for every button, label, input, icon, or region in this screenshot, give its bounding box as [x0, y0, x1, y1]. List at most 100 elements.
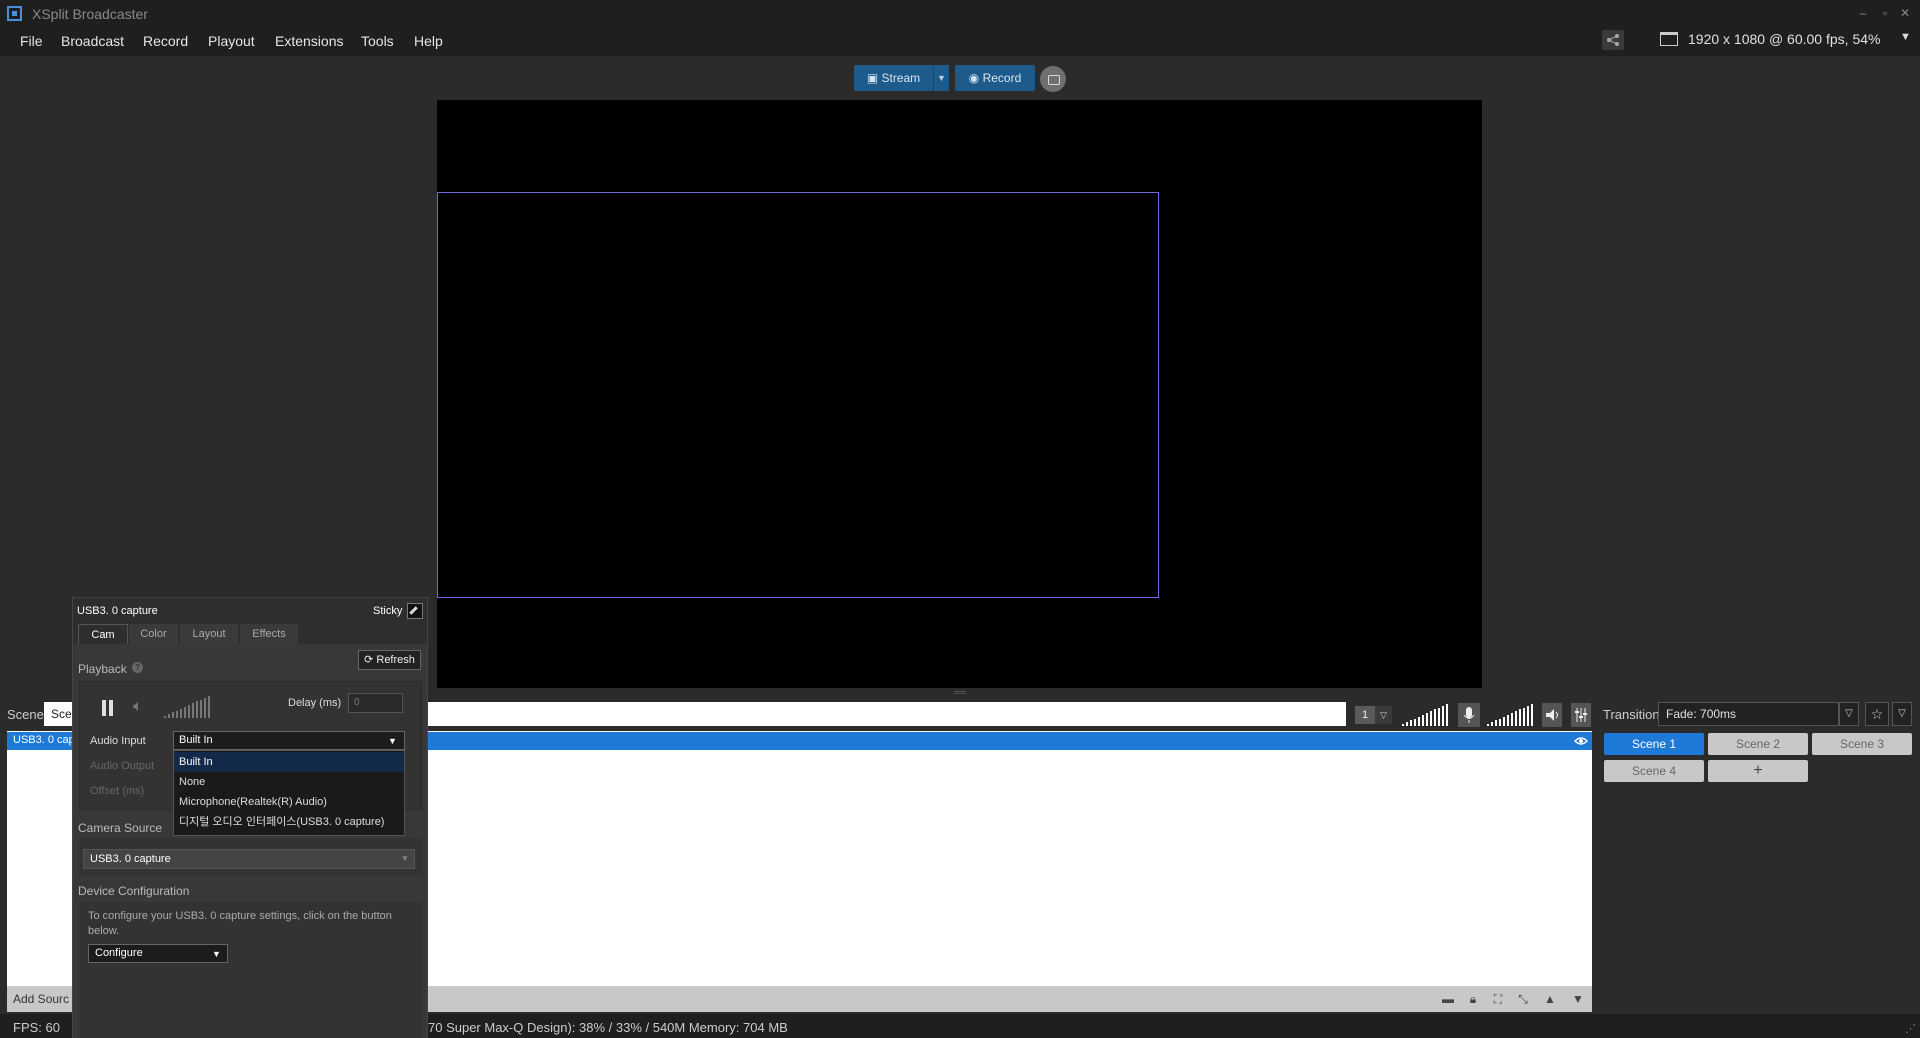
title-bar — [0, 0, 1920, 28]
scene-button-1[interactable]: Scene 1 — [1604, 733, 1704, 755]
meter-bar — [204, 698, 206, 718]
speaker-icon[interactable] — [1542, 703, 1562, 727]
meter-bar — [196, 701, 198, 718]
audio-mixer-icon[interactable] — [1571, 703, 1591, 727]
menu-playout[interactable]: Playout — [208, 33, 255, 49]
meter-bar — [1511, 713, 1513, 726]
audio-option-microphone[interactable]: Microphone(Realtek(R) Audio) — [174, 792, 404, 812]
menu-tools[interactable]: Tools — [361, 33, 394, 49]
maximize-icon[interactable]: ▫ — [1876, 4, 1894, 22]
resolution-text[interactable]: 1920 x 1080 @ 60.00 fps, 54% — [1688, 31, 1880, 47]
meter-bar — [1523, 708, 1525, 726]
pause-icon[interactable] — [101, 700, 115, 716]
stream-icon: ▣ — [866, 71, 882, 85]
record-icon: ◉ — [968, 71, 983, 85]
minimize-icon[interactable]: – — [1854, 4, 1872, 22]
source-row-label: USB3. 0 cap — [13, 734, 75, 746]
folder-icon[interactable]: ▬ — [1440, 991, 1456, 1007]
speaker-level-meter — [1487, 704, 1539, 726]
audio-option-built-in[interactable]: Built In — [174, 752, 404, 772]
meter-bar — [1434, 709, 1436, 726]
splitter-grip-icon[interactable] — [954, 691, 966, 694]
pin-icon[interactable] — [407, 603, 423, 619]
resolution-dropdown-icon[interactable]: ▼ — [1900, 31, 1911, 43]
tab-cam[interactable]: Cam — [78, 624, 128, 644]
meter-bar — [1503, 717, 1505, 726]
lock-icon[interactable]: 🔒︎ — [1465, 991, 1481, 1007]
menu-broadcast[interactable]: Broadcast — [61, 33, 124, 49]
camera-source-dropdown-icon[interactable]: ▼ — [401, 854, 409, 863]
mic-level-meter — [1402, 704, 1454, 726]
configure-button[interactable]: Configure — [88, 944, 228, 963]
close-icon[interactable]: ✕ — [1896, 4, 1914, 22]
preview-count-dropdown-icon[interactable]: ▽ — [1375, 706, 1392, 724]
meter-bar — [1527, 706, 1529, 726]
camera-source-select[interactable]: USB3. 0 capture — [83, 849, 415, 869]
favorite-star-icon[interactable]: ☆ — [1865, 702, 1889, 726]
shrink-icon[interactable]: ⤡ — [1515, 991, 1531, 1007]
add-scene-button[interactable]: + — [1708, 760, 1808, 782]
window-title: XSplit Broadcaster — [32, 6, 148, 22]
meter-bar — [1499, 719, 1501, 726]
favorite-dropdown-icon[interactable]: ▽ — [1892, 702, 1912, 726]
fit-screen-icon[interactable]: ⛶ — [1490, 991, 1506, 1007]
meter-bar — [1402, 724, 1404, 726]
camera-snapshot-icon[interactable] — [1040, 66, 1066, 92]
delay-input[interactable]: 0 — [348, 693, 403, 713]
sticky-label: Sticky — [373, 605, 403, 617]
tab-effects[interactable]: Effects — [240, 624, 298, 644]
scene-name-field[interactable] — [428, 702, 1346, 726]
meter-bar — [192, 703, 194, 718]
delay-label: Delay (ms) — [288, 697, 342, 709]
transition-select[interactable]: Fade: 700ms — [1658, 702, 1839, 726]
meter-bar — [1422, 715, 1424, 726]
add-source-button[interactable]: Add Sourc — [13, 992, 69, 1006]
tab-layout[interactable]: Layout — [180, 624, 238, 644]
scene-tab[interactable]: Sce — [44, 702, 74, 726]
stream-dropdown-icon[interactable]: ▼ — [933, 65, 949, 91]
refresh-label: Refresh — [376, 654, 415, 666]
record-button[interactable]: ◉ Record — [955, 65, 1035, 91]
meter-bar — [1487, 724, 1489, 726]
meter-bar — [180, 709, 182, 718]
device-config-label: Device Configuration — [78, 884, 190, 898]
volume-icon[interactable]: 🔈︎ — [133, 698, 143, 716]
source-selection-box[interactable] — [437, 192, 1159, 598]
refresh-button[interactable]: ⟳ Refresh — [358, 650, 421, 670]
chevron-down-icon[interactable]: ▼ — [388, 736, 397, 746]
move-down-icon[interactable]: ▼ — [1570, 991, 1586, 1007]
meter-bar — [1438, 708, 1440, 726]
menu-help[interactable]: Help — [414, 33, 443, 49]
move-up-icon[interactable]: ▲ — [1542, 991, 1558, 1007]
scene-button-4[interactable]: Scene 4 — [1604, 760, 1704, 782]
menu-extensions[interactable]: Extensions — [275, 33, 343, 49]
stream-button[interactable]: ▣ Stream — [854, 65, 933, 91]
transition-dropdown-icon[interactable]: ▽ — [1839, 702, 1859, 726]
menu-record[interactable]: Record — [143, 33, 188, 49]
volume-meter[interactable] — [164, 696, 224, 718]
resize-grip-icon[interactable]: ⋰ — [1905, 1022, 1916, 1035]
meter-bar — [1406, 722, 1408, 726]
scene-button-2[interactable]: Scene 2 — [1708, 733, 1808, 755]
audio-input-select[interactable]: Built In — [173, 731, 405, 750]
microphone-icon[interactable] — [1458, 703, 1480, 727]
configure-dropdown-icon[interactable]: ▼ — [212, 949, 221, 959]
meter-bar — [1430, 711, 1432, 726]
audio-option-digital-interface[interactable]: 디지털 오디오 인터페이스(USB3. 0 capture) — [174, 812, 404, 832]
meter-bar — [188, 705, 190, 718]
properties-title: USB3. 0 capture — [77, 605, 158, 617]
menu-file[interactable]: File — [20, 33, 43, 49]
share-icon[interactable] — [1602, 30, 1624, 50]
preview-count[interactable]: 1 — [1355, 706, 1375, 724]
help-icon[interactable]: ? — [132, 662, 143, 673]
resolution-icon — [1660, 32, 1678, 46]
meter-bar — [1491, 722, 1493, 726]
scene-button-3[interactable]: Scene 3 — [1812, 733, 1912, 755]
meter-bar — [164, 716, 166, 718]
eye-icon[interactable] — [1574, 734, 1588, 746]
audio-option-none[interactable]: None — [174, 772, 404, 792]
offset-label: Offset (ms) — [90, 785, 145, 797]
gpu-memory-status: 70 Super Max-Q Design): 38% / 33% / 540M… — [428, 1020, 788, 1035]
tab-color[interactable]: Color — [129, 624, 178, 644]
transition-label: Transition — [1603, 707, 1660, 722]
